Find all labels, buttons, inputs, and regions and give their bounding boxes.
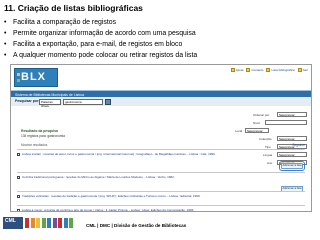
logo-square-icon	[17, 79, 20, 82]
top-link-label: Sair	[302, 68, 308, 72]
top-link-contact[interactable]: Contacto	[246, 68, 263, 72]
top-link-list[interactable]: Lista bibliográfica	[266, 68, 295, 72]
record-title[interactable]: Lisboa sinclair : receitas de autor, liv…	[22, 152, 216, 156]
filter-row: Local Seleccionar	[235, 127, 307, 135]
record-title[interactable]: Cozinha tradicional portuguesa : receita…	[22, 175, 175, 179]
nav-bar: Sistema de Bibliotecas Municipais de Lis…	[11, 90, 311, 97]
filter-label: Nível	[253, 121, 260, 125]
search-input[interactable]: gastronomia	[63, 98, 103, 105]
search-type-select[interactable]: Palavras chave	[39, 98, 61, 108]
record-checkbox[interactable]	[17, 153, 20, 156]
bullet-text: A qualquer momento pode colocar ou retir…	[13, 52, 198, 59]
search-label: Pesquisar por:	[15, 99, 40, 103]
bullet-item: • A qualquer momento pode colocar ou reti…	[4, 52, 198, 59]
bullet-text: Facilita a comparação de registos	[13, 19, 117, 26]
top-link-label: Ajuda	[235, 68, 244, 72]
bullet-item: • Facilita a exportação, para e-mail, de …	[4, 41, 183, 48]
location-select[interactable]: Seleccionar	[245, 128, 269, 133]
record-checkbox[interactable]	[17, 209, 20, 211]
results-list-label: Mostrar resultados	[21, 143, 48, 147]
catalog-header: BLX Ajuda Contacto Lista bibliográfica S…	[11, 65, 311, 90]
top-link-help[interactable]: Ajuda	[230, 68, 244, 72]
bullet-list: • Facilita a comparação de registos • Perm…	[4, 17, 197, 61]
blx-logo[interactable]: BLX	[14, 68, 58, 87]
cml-logo-text: CML	[5, 218, 16, 224]
logo-square-icon	[17, 73, 20, 76]
results-count: 135 registos para: gastronomia	[21, 134, 65, 138]
next-page-link[interactable]: Seguinte	[292, 143, 305, 147]
filter-label: Local	[235, 129, 243, 133]
footer-org-text: CML | DMC | Divisão de Gestão de Bibliot…	[86, 223, 187, 228]
bullet-item: • Facilita a comparação de registos	[4, 19, 117, 26]
mail-icon	[246, 68, 251, 72]
catalog-screenshot: BLX Ajuda Contacto Lista bibliográfica S…	[10, 64, 312, 212]
filter-label: Ordenar por:	[253, 113, 271, 117]
record-checkbox[interactable]	[17, 195, 20, 198]
record-row: Lisboa à mesa : crónicas da cozinha e ar…	[17, 205, 305, 211]
search-row: Pesquisar por: Palavras chave gastronomi…	[11, 97, 311, 108]
sort-select[interactable]: Seleccionar	[277, 112, 307, 117]
filter-row: Ordenar por: Seleccionar	[235, 111, 307, 119]
bullet-text: Permite organizar informação de acordo c…	[13, 30, 196, 37]
brand-bars-icon	[25, 218, 73, 228]
results-summary: Resultado da pesquisa 135 registos para:…	[21, 129, 65, 138]
level-select[interactable]	[265, 120, 307, 125]
record-title[interactable]: Lisboa à mesa : crónicas da cozinha e ar…	[22, 208, 194, 211]
filter-label: Colecção	[259, 137, 272, 141]
bullet-item: • Permite organizar informação de acordo …	[4, 30, 196, 37]
help-icon	[230, 68, 235, 72]
nav-label: Sistema de Bibliotecas Municipais de Lis…	[15, 92, 85, 97]
top-links: Ajuda Contacto Lista bibliográfica Sair	[230, 68, 308, 72]
top-link-exit[interactable]: Sair	[297, 68, 308, 72]
filter-row: Colecção Seleccionar	[235, 135, 307, 143]
results-title: Resultado da pesquisa	[21, 129, 58, 133]
record-title[interactable]: Tradições culinárias : receitas de tradi…	[22, 194, 200, 198]
slide-footer: CML CML | DMC | Divisão de Gestão de Bib…	[0, 214, 320, 240]
filter-row: Nível	[235, 119, 307, 127]
bullet-text: Facilita a exportação, para e-mail, de r…	[13, 41, 183, 48]
top-link-label: Contacto	[251, 68, 264, 72]
add-to-list-button[interactable]: Adicionar à lista	[279, 161, 305, 171]
record-checkbox[interactable]	[17, 176, 20, 179]
top-link-label: Lista bibliográfica	[271, 68, 295, 72]
record-row: Lisboa sinclair : receitas de autor, liv…	[17, 149, 305, 172]
collection-select[interactable]: Seleccionar	[277, 136, 307, 141]
slide-title: 11. Criação de listas bibliográficas	[4, 3, 143, 13]
search-button[interactable]	[105, 98, 111, 105]
exit-icon	[297, 68, 302, 72]
list-icon	[266, 68, 271, 72]
logo-text: BLX	[21, 71, 46, 83]
cml-logo: CML	[3, 217, 23, 229]
